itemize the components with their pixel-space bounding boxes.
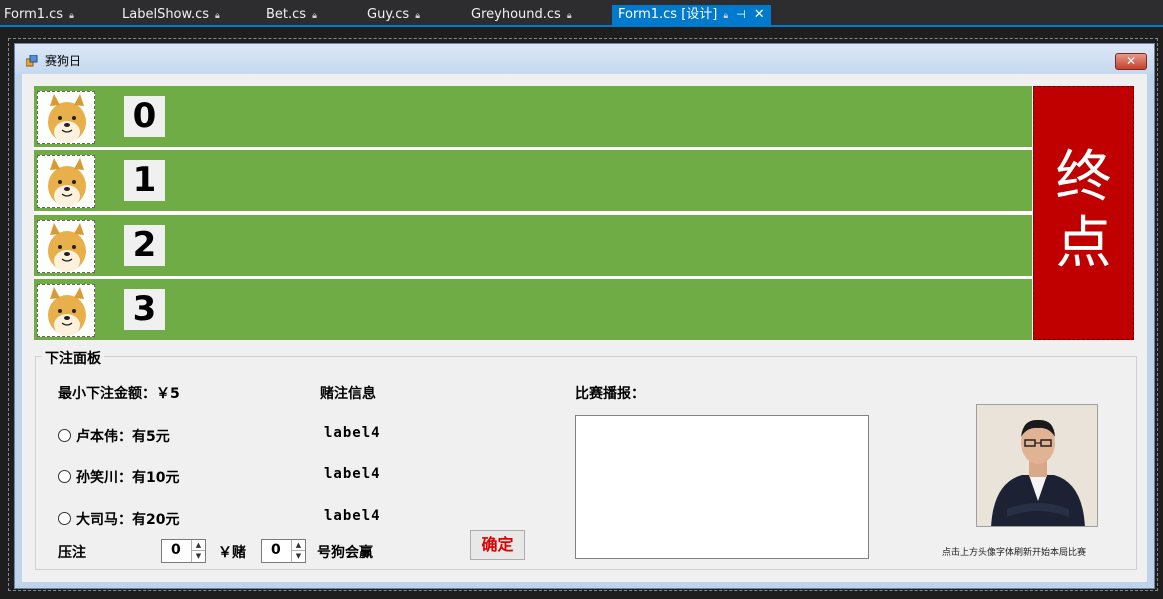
amount-stepper[interactable]: 0 ▲ ▼ bbox=[161, 539, 206, 563]
bet-info-header: 赌注信息 bbox=[320, 386, 376, 402]
guy-label[interactable]: 大司马：有20元 bbox=[76, 509, 179, 529]
form-titlebar: 赛狗日 ✕ bbox=[15, 44, 1154, 74]
dog-picture[interactable] bbox=[37, 284, 95, 337]
finish-label: 终 点 bbox=[1034, 145, 1133, 277]
tab-greyhound-cs[interactable]: Greyhound.cs 🔒︎ bbox=[471, 5, 572, 25]
document-tab-strip: Form1.cs 🔒︎ LabelShow.cs 🔒︎ Bet.cs 🔒︎ Guy.c… bbox=[0, 0, 1163, 27]
race-track: 0 1 2 3 终 点 bbox=[34, 86, 1134, 340]
finish-line: 终 点 bbox=[1033, 86, 1134, 340]
lane-number: 0 bbox=[124, 96, 165, 137]
dog-picture[interactable] bbox=[37, 155, 95, 208]
dog-value: 0 bbox=[271, 542, 281, 558]
tab-form1-cs[interactable]: Form1.cs 🔒︎ bbox=[4, 5, 74, 25]
stepper-arrows[interactable]: ▲ ▼ bbox=[191, 540, 205, 562]
amount-value: 0 bbox=[171, 542, 181, 558]
form-title: 赛狗日 bbox=[45, 54, 82, 68]
dog-suffix-label: 号狗会赢 bbox=[317, 545, 373, 561]
guy-label[interactable]: 卢本伟：有5元 bbox=[76, 426, 170, 446]
lock-icon: 🔒︎ bbox=[566, 11, 572, 21]
guy-bet-label: label4 bbox=[324, 508, 381, 524]
pin-icon[interactable]: ⊣ bbox=[736, 8, 746, 21]
guy-bet-label: label4 bbox=[324, 466, 381, 482]
form-window: 赛狗日 ✕ 0 1 2 3 终 点 下注面板 最小下注金额：￥5 赌注信息 比赛… bbox=[14, 43, 1155, 589]
chevron-up-icon[interactable]: ▲ bbox=[192, 540, 205, 551]
doge-icon bbox=[48, 287, 86, 336]
lock-icon: 🔒︎ bbox=[69, 11, 74, 21]
guy-bet-label: label4 bbox=[324, 425, 381, 441]
avatar[interactable] bbox=[976, 404, 1098, 527]
dog-picture[interactable] bbox=[37, 220, 95, 273]
confirm-button[interactable]: 确定 bbox=[470, 530, 525, 560]
lock-icon: 🔒︎ bbox=[312, 11, 317, 21]
chevron-down-icon[interactable]: ▼ bbox=[292, 551, 305, 562]
tab-label: LabelShow.cs bbox=[122, 7, 210, 22]
lane-number: 2 bbox=[124, 225, 165, 266]
dog-stepper[interactable]: 0 ▲ ▼ bbox=[261, 539, 306, 563]
tab-guy-cs[interactable]: Guy.cs 🔒︎ bbox=[367, 5, 420, 25]
bet-panel: 下注面板 最小下注金额：￥5 赌注信息 比赛播报： 卢本伟：有5元 label4… bbox=[35, 348, 1137, 570]
tab-label: Greyhound.cs bbox=[471, 7, 561, 22]
avatar-icon bbox=[977, 405, 1097, 526]
lane-number: 1 bbox=[124, 160, 165, 201]
doge-icon bbox=[48, 94, 86, 143]
tab-labelshow-cs[interactable]: LabelShow.cs 🔒︎ bbox=[122, 5, 220, 25]
tab-label: Form1.cs [设计] bbox=[618, 7, 718, 22]
guy-radio[interactable] bbox=[58, 512, 71, 525]
lane-number: 3 bbox=[124, 289, 165, 330]
bet-panel-title: 下注面板 bbox=[42, 348, 104, 368]
bet-prefix-label: 压注 bbox=[58, 545, 86, 561]
chevron-up-icon[interactable]: ▲ bbox=[292, 540, 305, 551]
doge-icon bbox=[48, 223, 86, 272]
race-lane: 0 bbox=[34, 86, 1032, 147]
race-lane: 3 bbox=[34, 279, 1032, 340]
photo-caption: 点击上方头像字体刷新开始本局比赛 bbox=[942, 548, 1087, 558]
close-button[interactable]: ✕ bbox=[1115, 53, 1147, 70]
finish-char: 终 bbox=[1055, 145, 1112, 210]
dog-picture[interactable] bbox=[37, 91, 95, 144]
doge-icon bbox=[48, 158, 86, 207]
form-client-area: 0 1 2 3 终 点 下注面板 最小下注金额：￥5 赌注信息 比赛播报： 卢本… bbox=[22, 74, 1147, 582]
tab-form1-design[interactable]: Form1.cs [设计] 🔒︎ ⊣ ✕ bbox=[612, 5, 771, 25]
chevron-down-icon[interactable]: ▼ bbox=[192, 551, 205, 562]
lock-icon: 🔒︎ bbox=[415, 11, 421, 21]
guy-radio[interactable] bbox=[58, 429, 71, 442]
race-lane: 2 bbox=[34, 215, 1032, 276]
yuan-bet-label: ￥赌 bbox=[218, 545, 246, 561]
tab-label: Bet.cs bbox=[266, 7, 307, 22]
tab-bet-cs[interactable]: Bet.cs 🔒︎ bbox=[266, 5, 317, 25]
lock-icon: 🔒︎ bbox=[723, 11, 729, 21]
race-lane: 1 bbox=[34, 150, 1032, 211]
app-icon bbox=[26, 55, 38, 67]
guy-label[interactable]: 孙笑川：有10元 bbox=[76, 467, 179, 487]
tab-label: Form1.cs bbox=[4, 7, 64, 22]
broadcast-header: 比赛播报： bbox=[575, 386, 645, 402]
lock-icon: 🔒︎ bbox=[215, 11, 220, 21]
stepper-arrows[interactable]: ▲ ▼ bbox=[291, 540, 305, 562]
min-bet-label: 最小下注金额：￥5 bbox=[58, 386, 180, 402]
guy-radio[interactable] bbox=[58, 470, 71, 483]
finish-char: 点 bbox=[1055, 211, 1112, 276]
broadcast-textbox[interactable] bbox=[575, 415, 869, 559]
tab-label: Guy.cs bbox=[367, 7, 410, 22]
close-icon[interactable]: ✕ bbox=[754, 7, 765, 22]
